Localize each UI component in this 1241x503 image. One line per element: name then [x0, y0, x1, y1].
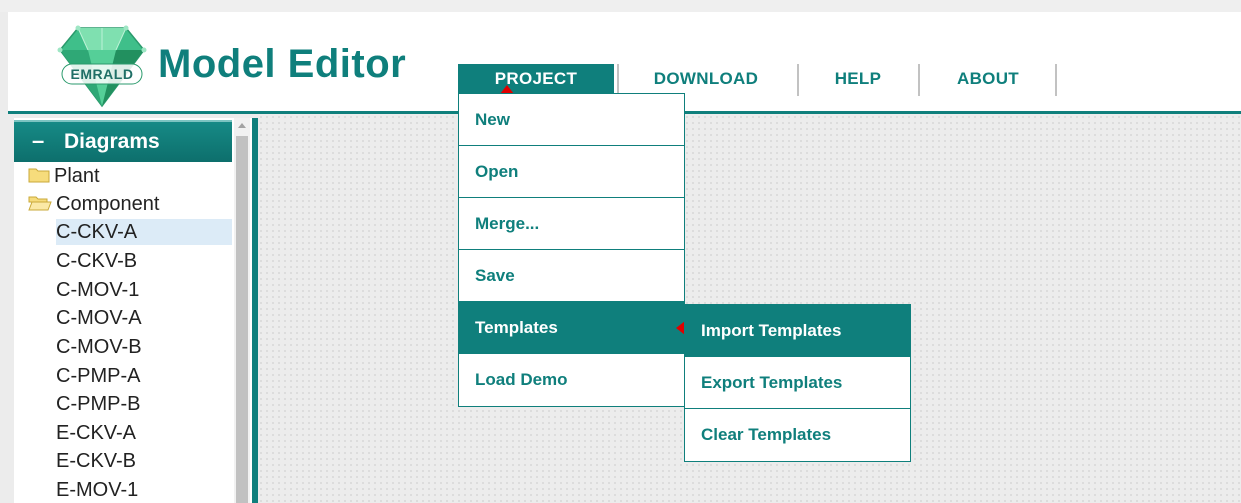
tree-item[interactable]: C-CKV-A	[56, 219, 232, 245]
templates-submenu: Import Templates Export Templates Clear …	[684, 304, 911, 462]
collapse-icon[interactable]: –	[32, 128, 44, 154]
tree-folder-plant[interactable]: Plant	[28, 163, 100, 189]
tree-folder-component[interactable]: Component	[28, 191, 159, 217]
menu-item-templates[interactable]: Templates	[459, 302, 685, 354]
logo-text: EMRALD	[70, 66, 134, 82]
tree-item[interactable]: C-CKV-B	[56, 248, 137, 274]
menu-item-new[interactable]: New	[459, 94, 684, 146]
tree-item-label: C-PMP-A	[56, 365, 141, 387]
tree-item-label: E-MOV-1	[56, 479, 139, 501]
folder-icon	[28, 164, 50, 190]
nav-about[interactable]: ABOUT	[928, 64, 1048, 94]
folder-open-icon	[28, 192, 52, 218]
tree-item[interactable]: C-MOV-A	[56, 305, 142, 331]
menu-item-open[interactable]: Open	[459, 146, 684, 198]
tree-item-label: C-CKV-B	[56, 250, 138, 272]
tree-item-label: C-PMP-B	[56, 393, 141, 415]
project-menu: New Open Merge... Save Templates Load De…	[458, 93, 685, 407]
top-strip	[0, 0, 1241, 12]
nav-download[interactable]: DOWNLOAD	[626, 64, 786, 94]
menu-item-import-templates[interactable]: Import Templates	[685, 305, 910, 357]
tree-item[interactable]: E-MOV-1	[56, 477, 138, 503]
tree-item[interactable]: C-MOV-B	[56, 334, 142, 360]
nav-separator	[918, 64, 920, 96]
diagrams-panel: – Diagrams Plant Component C-CKV-A C-CKV…	[14, 118, 234, 503]
tree-item-label: C-CKV-A	[56, 221, 138, 243]
app-title: Model Editor	[158, 42, 407, 86]
emerald-gem-icon[interactable]: EMRALD	[56, 20, 148, 108]
tree-item[interactable]: C-PMP-A	[56, 363, 140, 389]
tree-item-label: C-MOV-1	[56, 279, 140, 301]
tree-item[interactable]: C-MOV-1	[56, 277, 139, 303]
tree-folder-label: Plant	[54, 165, 100, 187]
tree-item-label: C-MOV-A	[56, 307, 142, 329]
nav-help[interactable]: HELP	[803, 64, 913, 94]
tree-item[interactable]: E-CKV-A	[56, 420, 136, 446]
tree-item[interactable]: C-PMP-B	[56, 391, 140, 417]
menu-item-load-demo[interactable]: Load Demo	[459, 354, 684, 406]
panel-scrollbar[interactable]	[234, 118, 250, 503]
nav-separator	[1055, 64, 1057, 96]
menu-item-label: Templates	[475, 318, 558, 337]
scroll-up-arrow-icon[interactable]	[238, 123, 246, 128]
tree-item[interactable]: E-CKV-B	[56, 448, 136, 474]
menu-item-clear-templates[interactable]: Clear Templates	[685, 409, 910, 461]
nav-project[interactable]: PROJECT	[458, 64, 614, 94]
menu-item-export-templates[interactable]: Export Templates	[685, 357, 910, 409]
nav-separator	[617, 64, 619, 96]
diagrams-panel-header[interactable]: – Diagrams	[14, 120, 232, 162]
nav-separator	[797, 64, 799, 96]
tree-folder-label: Component	[56, 193, 160, 215]
tree-item-label: C-MOV-B	[56, 336, 142, 358]
menu-item-save[interactable]: Save	[459, 250, 684, 302]
menu-item-merge[interactable]: Merge...	[459, 198, 684, 250]
panel-title: Diagrams	[64, 130, 160, 153]
panel-divider[interactable]	[250, 118, 258, 503]
tree-item-label: E-CKV-A	[56, 422, 137, 444]
scroll-thumb[interactable]	[236, 136, 248, 503]
tree-item-label: E-CKV-B	[56, 450, 137, 472]
